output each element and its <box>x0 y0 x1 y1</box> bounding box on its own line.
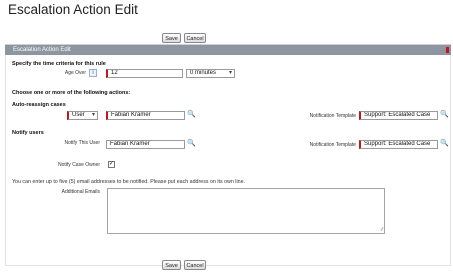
assignee-type-select[interactable]: User <box>67 111 98 120</box>
lookup-icon[interactable]: 🔍 <box>187 110 196 119</box>
reassign-template-label: Notification Template <box>309 113 356 119</box>
age-over-label: Age Over <box>64 70 86 76</box>
lookup-icon[interactable]: 🔍 <box>440 139 449 148</box>
auto-reassign-heading: Auto-reassign cases <box>12 102 66 108</box>
notify-user-input[interactable]: Fabian Kramer <box>106 140 185 149</box>
additional-emails-label: Additional Emails <box>61 189 100 195</box>
actions-heading: Choose one or more of the following acti… <box>12 90 131 96</box>
reassign-template-input[interactable]: Support: Escalated Case <box>359 111 438 120</box>
time-criteria-heading: Specify the time criteria for this rule <box>12 61 106 67</box>
cancel-button-bottom[interactable]: Cancel <box>184 260 206 270</box>
assignee-input[interactable]: Fabian Kramer <box>106 111 185 120</box>
notify-owner-label: Notify Case Owner <box>58 162 100 168</box>
additional-emails-textarea[interactable]: ⁄⁄ <box>107 188 385 234</box>
notify-template-input[interactable]: Support: Escalated Case <box>359 140 438 149</box>
age-unit-select[interactable]: 0 minutes <box>186 69 235 78</box>
lookup-icon[interactable]: 🔍 <box>187 139 196 148</box>
info-icon[interactable]: i <box>89 69 97 77</box>
lookup-icon[interactable]: 🔍 <box>440 110 449 119</box>
emails-note: You can enter up to five (5) email addre… <box>12 179 246 185</box>
notify-template-label: Notification Template <box>309 142 356 148</box>
notify-user-label: Notify This User <box>64 140 100 146</box>
resize-handle-icon[interactable]: ⁄⁄ <box>381 227 383 233</box>
section-body <box>5 55 451 266</box>
save-button-top[interactable]: Save <box>162 33 181 43</box>
save-button-bottom[interactable]: Save <box>162 260 181 270</box>
section-title: Escalation Action Edit <box>13 47 71 53</box>
age-over-input[interactable]: 12 <box>106 69 183 78</box>
notify-owner-checkbox[interactable]: ✓ <box>108 161 115 168</box>
section-header: Escalation Action Edit <box>5 45 451 55</box>
cancel-button-top[interactable]: Cancel <box>184 33 206 43</box>
required-marker <box>446 47 449 53</box>
page-title: Escalation Action Edit <box>8 2 138 17</box>
notify-users-heading: Notify users <box>12 130 44 136</box>
